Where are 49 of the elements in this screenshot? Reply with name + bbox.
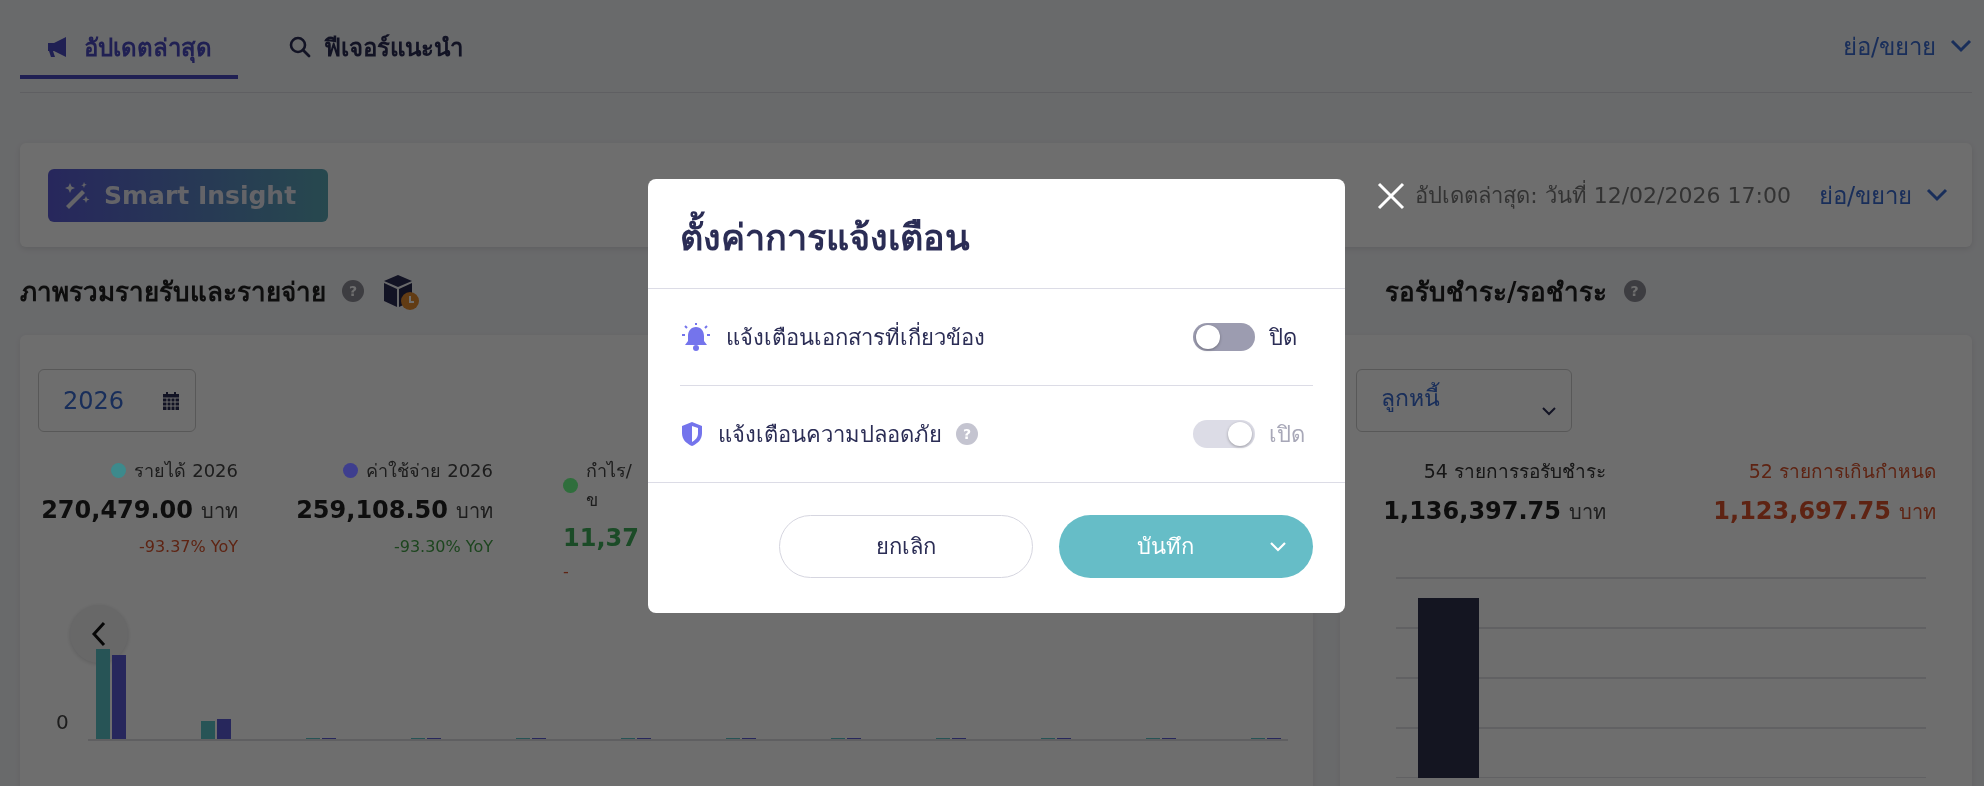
save-button[interactable]: บันทึก: [1059, 515, 1313, 578]
unit-text: บาท: [1899, 499, 1936, 526]
tab[interactable]: ฟีเจอร์แนะนำ: [262, 19, 489, 79]
bell-icon: [680, 323, 712, 351]
expense-bar: [217, 719, 231, 739]
setting-label: แจ้งเตือนเอกสารที่เกี่ยวข้อง: [726, 321, 985, 352]
dialog-title: ตั้งค่าการแจ้งเตือน: [648, 179, 1345, 289]
income-bar: [201, 721, 215, 739]
collapse-toggle[interactable]: ย่อ/ขยาย: [1818, 175, 1948, 215]
amount-value: 11,37: [563, 524, 639, 552]
chevron-down-icon: [1541, 406, 1557, 416]
help-icon[interactable]: ?: [342, 280, 364, 302]
chevron-down-icon: [1269, 540, 1287, 553]
yoy-change: -93.30% YoY: [393, 537, 493, 556]
shield-icon: [680, 420, 704, 448]
stat-label: 54 รายการรอรับชำระ: [1423, 459, 1606, 484]
last-updated-text: อัปเดตล่าสุด: วันที่ 12/02/2026 17:00: [1415, 179, 1791, 211]
close-icon[interactable]: [1376, 181, 1406, 211]
collapse-toggle[interactable]: ย่อ/ขยาย: [1842, 26, 1972, 66]
toggle-status: เปิด: [1269, 420, 1306, 449]
toggle-status: ปิด: [1269, 323, 1298, 352]
chevron-left-icon: [91, 621, 107, 647]
calendar-icon: [162, 390, 181, 411]
stat-label: รายได้ 2026: [134, 459, 238, 483]
toggle-switch[interactable]: [1193, 323, 1255, 351]
unit-text: บาท: [201, 498, 238, 525]
amount-value: 259,108.50: [296, 496, 448, 524]
chevron-down-icon: [1950, 39, 1972, 53]
year-picker[interactable]: 2026: [38, 369, 196, 432]
stat-label: กำไร/ข: [585, 459, 633, 512]
section-title: ภาพรวมรายรับและรายจ่าย: [20, 275, 326, 309]
stat-label: ค่าใช้จ่าย 2026: [366, 459, 493, 483]
yoy-change: -93.37% YoY: [138, 537, 238, 556]
axis-label: 0: [56, 710, 69, 734]
help-icon[interactable]: ?: [1623, 280, 1646, 302]
yoy-change: -: [563, 562, 569, 581]
amount-value: 1,136,397.75: [1383, 497, 1561, 525]
amount-value: 270,479.00: [41, 496, 193, 524]
unit-text: บาท: [1569, 499, 1606, 526]
unit-text: บาท: [456, 498, 493, 525]
cancel-button[interactable]: ยกเลิก: [779, 515, 1033, 578]
filter-dropdown[interactable]: ลูกหนี้: [1356, 369, 1572, 432]
search-icon: [288, 35, 312, 59]
stat-label: 52 รายการเกินกำหนด: [1748, 459, 1936, 484]
section-title: รอรับชำระ/รอชำระ: [1385, 275, 1608, 309]
setting-label: แจ้งเตือนความปลอดภัย: [718, 420, 942, 449]
chevron-down-icon: [1926, 188, 1948, 202]
amount-value: 1,123,697.75: [1713, 497, 1891, 525]
tab[interactable]: อัปเดตล่าสุด: [20, 19, 238, 79]
